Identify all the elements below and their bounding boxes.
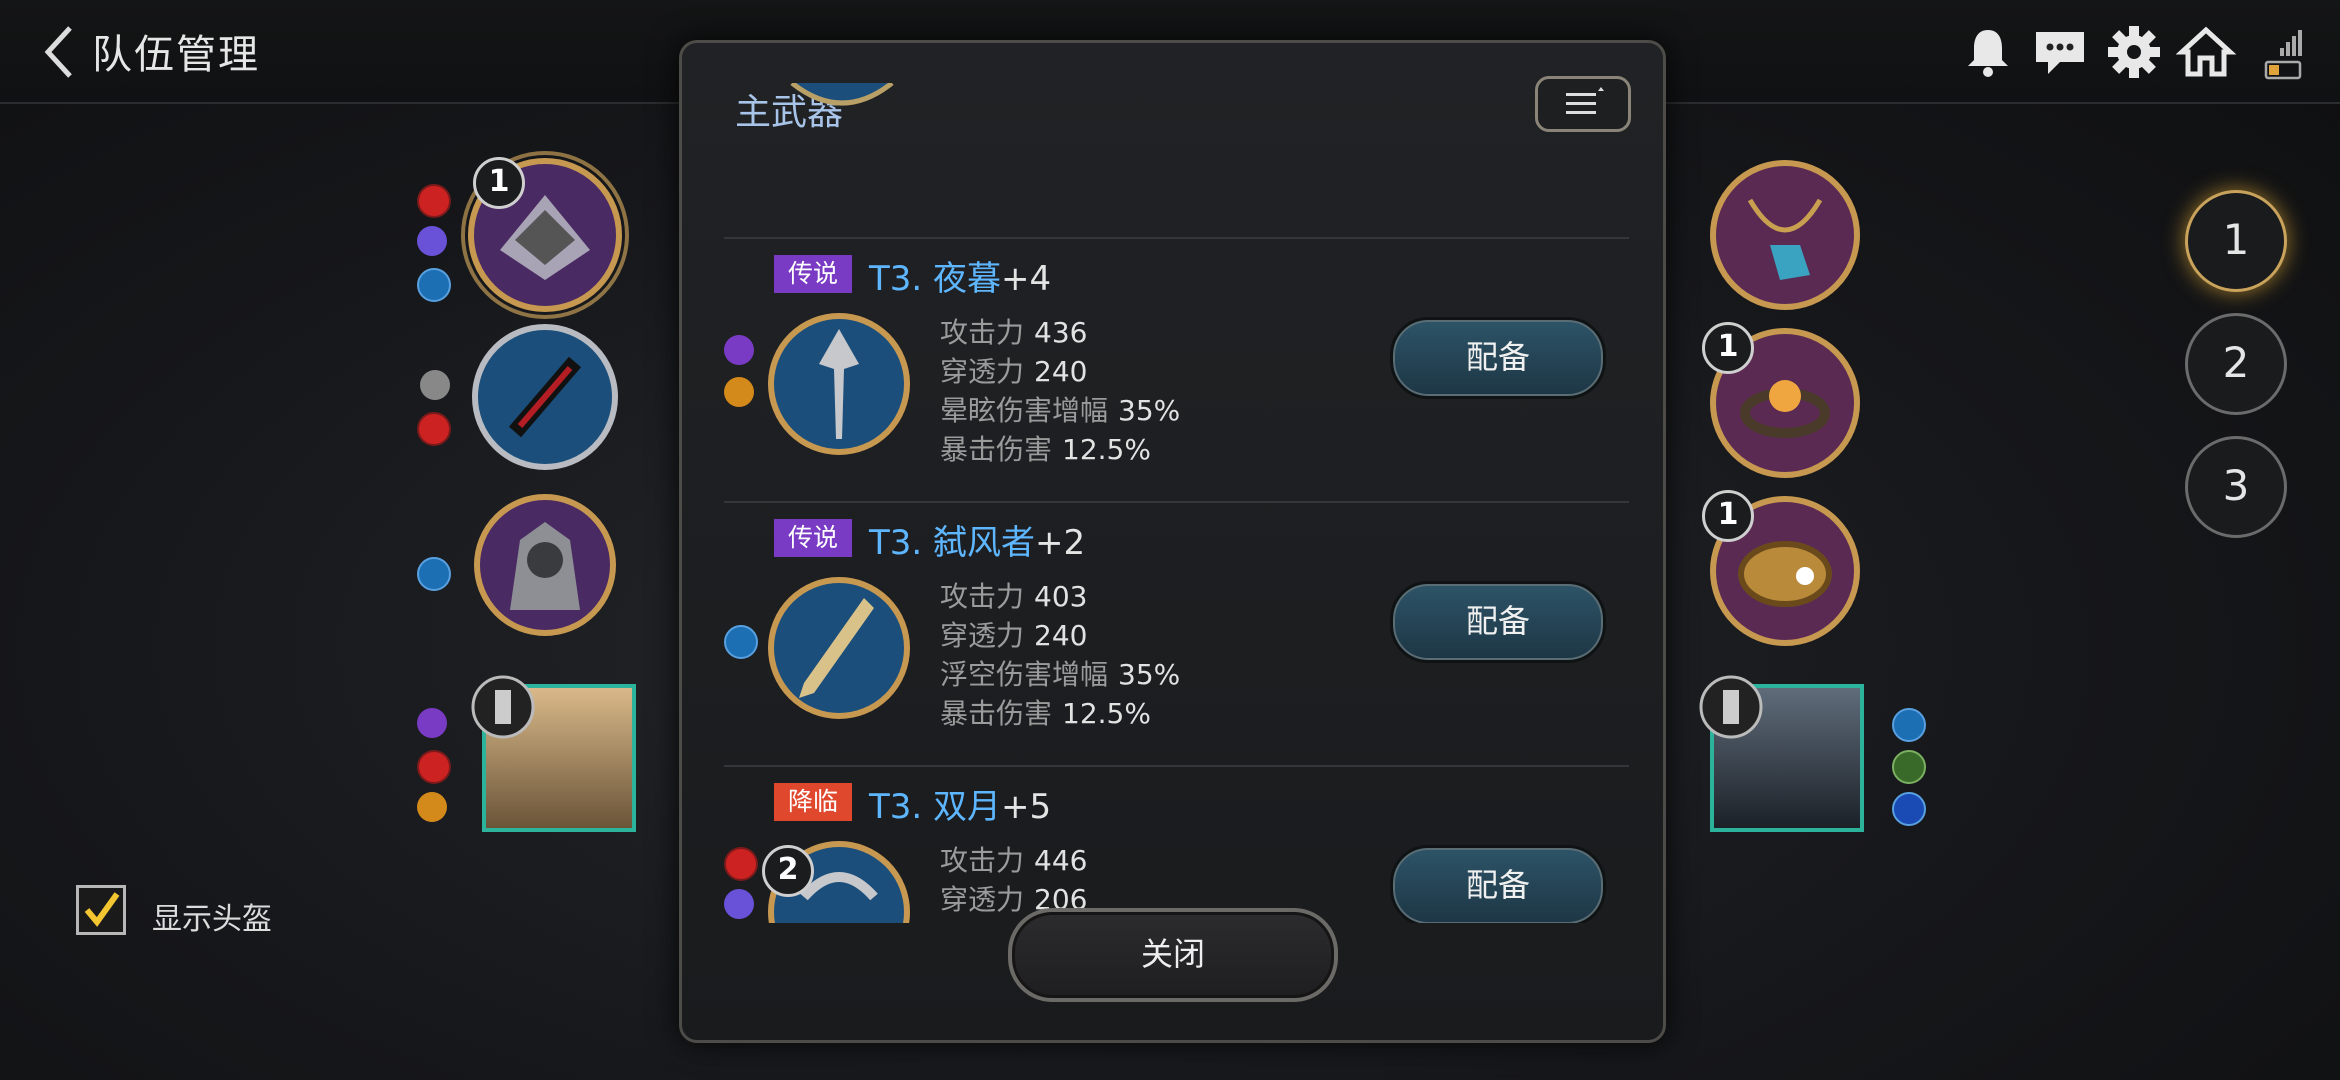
rarity-tag: 传说	[774, 255, 853, 293]
bell-icon[interactable]	[1958, 22, 2018, 82]
equip-button[interactable]: 配备	[1390, 317, 1606, 399]
team-slot-2[interactable]: 2	[2185, 313, 2287, 415]
blood-skill-icon	[417, 750, 451, 784]
stamp-skill-icon	[724, 335, 754, 365]
weapon-select-panel: 主武器 传说 T3. 夜暮+4 攻击力 436 穿透力 240 晕眩伤害增幅 3…	[679, 40, 1666, 1043]
show-helmet-label: 显示头盔	[152, 902, 272, 937]
class-emblem-icon	[471, 675, 535, 739]
blood-skill-icon	[417, 412, 451, 446]
sub-weapon-slot[interactable]	[470, 322, 620, 472]
stamp-skill-icon	[417, 708, 447, 738]
main-weapon-level-badge: 1	[473, 157, 525, 209]
team-slot-1[interactable]: 1	[2185, 190, 2287, 292]
gear-skill-icon	[420, 370, 450, 400]
back-arrow-icon[interactable]	[40, 22, 80, 82]
weapon-name: T3. 弑风者+2	[869, 523, 1086, 563]
leaf-skill-icon	[1892, 750, 1926, 784]
snowflake-skill-icon	[1892, 792, 1926, 826]
class-emblem-icon	[1699, 675, 1763, 739]
weapon-list: 传说 T3. 夜暮+4 攻击力 436 穿透力 240 晕眩伤害增幅 35% 暴击伤害…	[724, 83, 1629, 923]
rune-skill-icon	[724, 889, 754, 919]
wing-skill-icon	[724, 625, 758, 659]
blood-skill-icon	[417, 184, 451, 218]
bracelet-level-badge: 1	[1702, 490, 1754, 542]
weapon-level-badge: 2	[762, 845, 814, 897]
necklace-slot[interactable]	[1700, 150, 1870, 320]
armor-slot[interactable]	[470, 490, 620, 640]
weapon-stats: 攻击力 403 穿透力 240 浮空伤害增幅 35% 暴击伤害 12.5%	[940, 580, 1181, 730]
weapon-item[interactable]: 传说 T3. 夜暮+4 攻击力 436 穿透力 240 晕眩伤害增幅 35% 暴击伤害…	[724, 237, 1629, 503]
rune-skill-icon	[417, 226, 447, 256]
show-helmet-checkbox[interactable]	[76, 885, 126, 935]
weapon-item[interactable]: 传说 T3. 弑风者+2 攻击力 403 穿透力 240 浮空伤害增幅 35% 暴击伤…	[724, 501, 1629, 767]
page-title: 队伍管理	[92, 32, 260, 78]
weapon-item[interactable]: 降临 T3. 双月+5 2 攻击力 446 穿透力 206 配备	[724, 765, 1629, 923]
blood-skill-icon	[724, 847, 758, 881]
weapon-icon-partial	[790, 83, 894, 106]
chat-icon[interactable]	[2030, 22, 2090, 82]
equip-button[interactable]: 配备	[1390, 845, 1606, 923]
weapon-name: T3. 夜暮+4	[869, 259, 1052, 299]
close-button[interactable]: 关闭	[1008, 908, 1338, 1002]
weapon-name: T3. 双月+5	[869, 787, 1052, 827]
star-skill-icon	[417, 792, 447, 822]
rarity-tag: 传说	[774, 519, 853, 557]
wing-skill-icon	[1892, 708, 1926, 742]
weapon-icon	[768, 577, 910, 719]
checkmark-icon	[84, 892, 120, 927]
ring-level-badge: 1	[1702, 322, 1754, 374]
gear-icon[interactable]	[2104, 22, 2164, 82]
weapon-stats: 攻击力 436 穿透力 240 晕眩伤害增幅 35% 暴击伤害 12.5%	[940, 316, 1181, 466]
wing-skill-icon	[417, 268, 451, 302]
star-skill-icon	[724, 377, 754, 407]
signal-battery-icon	[2264, 30, 2302, 80]
rarity-tag: 降临	[774, 783, 853, 821]
home-icon[interactable]	[2176, 22, 2236, 82]
shield-skill-icon	[417, 557, 451, 591]
weapon-icon	[768, 313, 910, 455]
equip-button[interactable]: 配备	[1390, 581, 1606, 663]
team-slot-3[interactable]: 3	[2185, 436, 2287, 538]
